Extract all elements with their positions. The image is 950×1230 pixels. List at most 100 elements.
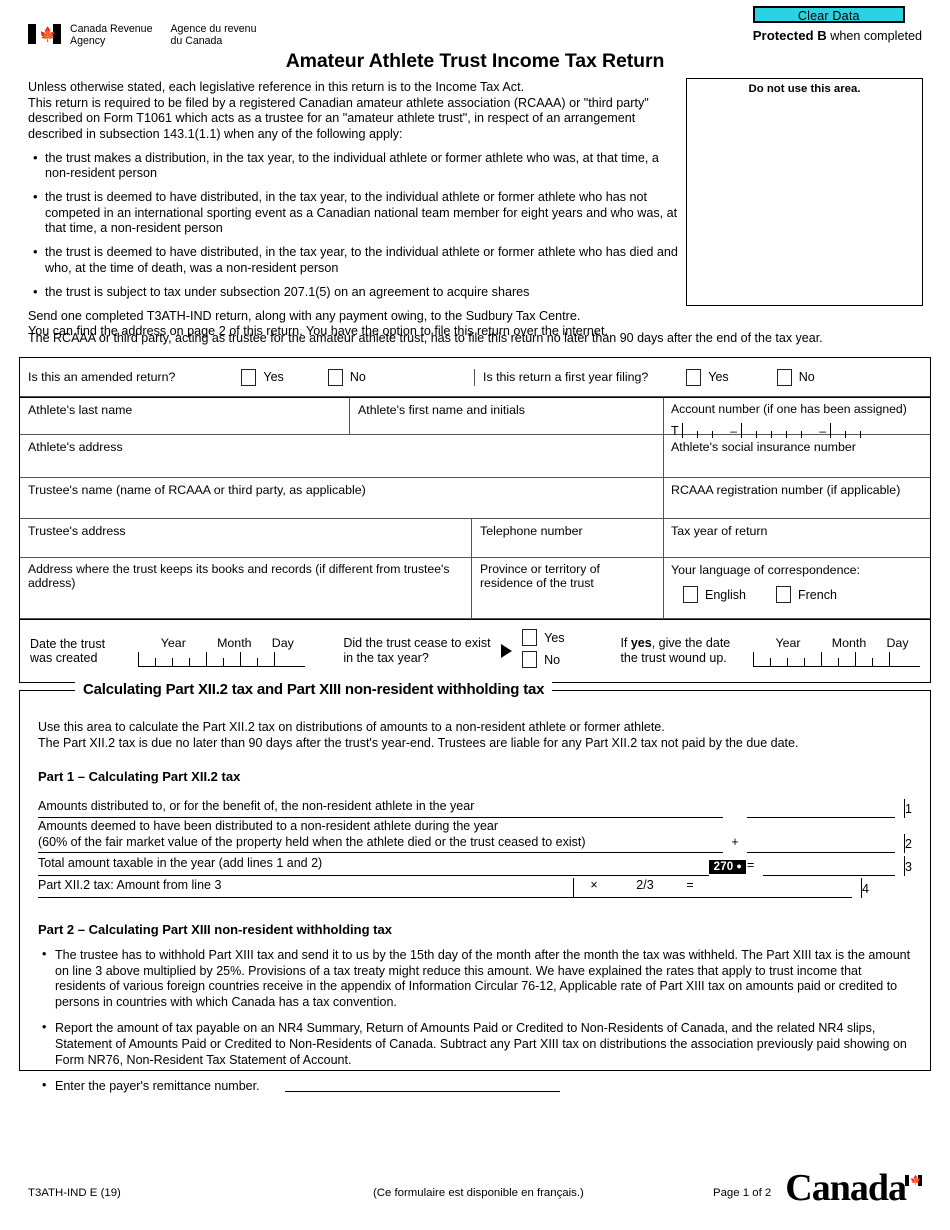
do-not-use-label: Do not use this area.: [748, 83, 861, 95]
account-number-field[interactable]: Account number (if one has been assigned…: [664, 398, 930, 438]
date-month-label: Month: [217, 635, 252, 650]
cra-name-fr: Agence du revenu du Canada: [170, 23, 256, 48]
pointer-triangle-icon: [501, 644, 513, 658]
remittance-text: Enter the payer's remittance number.: [55, 1079, 260, 1094]
athlete-sin-field[interactable]: Athlete's social insurance number: [664, 435, 930, 477]
calc-line-4-amount[interactable]: [704, 883, 852, 898]
wound-up-day-label: Day: [886, 635, 909, 650]
athlete-first-name-label: Athlete's first name and initials: [358, 403, 525, 417]
wound-up-instruction: If yes, give the date the trust wound up…: [620, 636, 743, 666]
date-created-cells[interactable]: [138, 651, 306, 667]
firstyear-no-checkbox[interactable]: [776, 368, 792, 386]
athlete-address-field[interactable]: Athlete's address: [20, 435, 664, 477]
athlete-sin-label: Athlete's social insurance number: [671, 440, 856, 454]
wound-up-date-cells[interactable]: [753, 651, 921, 667]
calc-line-4-multiply: ×: [573, 878, 614, 898]
remittance-item: Enter the payer's remittance number.: [38, 1078, 912, 1095]
language-english-group[interactable]: English: [683, 586, 746, 603]
date-created-comb[interactable]: Year Month Day: [138, 636, 306, 667]
athlete-last-name-field[interactable]: Athlete's last name: [20, 398, 350, 434]
amended-return-question: Is this an amended return?: [28, 370, 176, 384]
cra-name-fr-line2: du Canada: [170, 34, 223, 47]
do-not-use-area: Do not use this area.: [686, 78, 923, 306]
books-records-address-label: Address where the trust keeps its books …: [28, 562, 450, 590]
telephone-number-field[interactable]: Telephone number: [472, 519, 664, 557]
line-3-field-code-badge: 270 ●: [708, 860, 747, 874]
amended-yes-checkbox[interactable]: [241, 368, 257, 386]
calc-line-1: Amounts distributed to, or for the benef…: [38, 798, 912, 818]
amended-no-group[interactable]: No: [327, 368, 366, 386]
language-french-checkbox[interactable]: [776, 586, 791, 603]
cra-agency-names: Canada Revenue Agency Agence du revenu d…: [70, 23, 256, 48]
part2-heading: Part 2 – Calculating Part XIII non-resid…: [38, 921, 392, 937]
list-item: the trust makes a distribution, in the t…: [28, 150, 683, 182]
province-residence-field[interactable]: Province or territory of residence of th…: [472, 558, 664, 618]
language-english-checkbox[interactable]: [683, 586, 698, 603]
calc-line-1-text: Amounts distributed to, or for the benef…: [38, 799, 475, 813]
calc-line-4-number: 4: [862, 882, 869, 896]
cease-exist-question: Did the trust cease to exist in the tax …: [343, 636, 491, 665]
calc-line-1-number: 1: [905, 802, 912, 816]
intro-line-2: This return is required to be filed by a…: [28, 96, 649, 141]
trustee-name-label: Trustee's name (name of RCAAA or third p…: [28, 483, 366, 497]
rcaaa-registration-label: RCAAA registration number (if applicable…: [671, 483, 901, 497]
cease-yes-checkbox[interactable]: [522, 629, 538, 646]
date-year-label: Year: [160, 635, 186, 650]
clear-data-button[interactable]: Clear Data: [752, 6, 905, 23]
table-row: Address where the trust keeps its books …: [20, 558, 930, 619]
canada-flag-icon: 🍁: [28, 24, 61, 44]
cease-no-group[interactable]: No: [522, 651, 560, 668]
athlete-first-name-field[interactable]: Athlete's first name and initials: [350, 398, 664, 434]
trustee-address-field[interactable]: Trustee's address: [20, 519, 472, 557]
amended-no-checkbox[interactable]: [327, 368, 343, 386]
list-item: the trust is subject to tax under subsec…: [28, 284, 683, 300]
firstyear-yes-group[interactable]: Yes: [686, 368, 729, 386]
calc-line-2-text-a: Amounts deemed to have been distributed …: [38, 819, 499, 834]
table-row: Trustee's name (name of RCAAA or third p…: [20, 478, 930, 519]
table-row: Athlete's address Athlete's social insur…: [20, 435, 930, 478]
part1-heading: Part 1 – Calculating Part XII.2 tax: [38, 769, 241, 784]
calc-line-4: Part XII.2 tax: Amount from line 3 × 2/3…: [38, 876, 912, 898]
calc-line-1-amount[interactable]: [747, 803, 896, 818]
wound-up-line2: the trust wound up.: [620, 651, 727, 665]
amended-yes-label: Yes: [263, 370, 284, 384]
firstyear-yes-checkbox[interactable]: [686, 368, 702, 386]
firstyear-no-group[interactable]: No: [776, 368, 815, 386]
date-created-label: Date the trust was created: [30, 636, 106, 666]
part1-lines: Amounts distributed to, or for the benef…: [38, 798, 912, 898]
amended-yes-group[interactable]: Yes: [241, 368, 284, 386]
remittance-number-input[interactable]: [285, 1079, 561, 1093]
page-title: Amateur Athlete Trust Income Tax Return: [285, 50, 665, 72]
telephone-number-label: Telephone number: [480, 524, 583, 538]
date-day-label: Day: [271, 635, 294, 650]
trustee-name-field[interactable]: Trustee's name (name of RCAAA or third p…: [20, 478, 664, 518]
cease-yes-group[interactable]: Yes: [522, 629, 565, 646]
language-french-group[interactable]: French: [776, 586, 837, 603]
trustee-address-label: Trustee's address: [28, 524, 126, 538]
wound-up-year-label: Year: [775, 635, 801, 650]
send-instruction-line1: Send one completed T3ATH-IND return, alo…: [28, 309, 581, 324]
rcaaa-registration-field[interactable]: RCAAA registration number (if applicable…: [664, 478, 930, 518]
calc-intro-line1: Use this area to calculate the Part XII.…: [38, 720, 665, 734]
filing-deadline-note: The RCAAA or third party, acting as trus…: [28, 331, 823, 345]
part2-bullet-list: The trustee has to withhold Part XIII ta…: [38, 947, 912, 1095]
cra-name-en-line2: Agency: [70, 34, 106, 47]
calc-line-2-text-b: (60% of the fair market value of the pro…: [38, 834, 586, 849]
calc-line-2-amount[interactable]: [747, 838, 896, 853]
trust-dates-row: Date the trust was created Year Month Da…: [20, 619, 930, 682]
table-row: Athlete's last name Athlete's first name…: [20, 397, 930, 438]
date-created-headers: Year Month Day: [138, 636, 305, 650]
language-french-label: French: [798, 587, 837, 602]
books-records-address-field[interactable]: Address where the trust keeps its books …: [20, 558, 472, 618]
identification-table: Is this an amended return? Yes No Is thi…: [19, 357, 931, 683]
tax-year-label: Tax year of return: [671, 524, 768, 538]
calc-line-4-factor: 2/3: [614, 878, 676, 898]
wound-up-date-comb[interactable]: Year Month Day: [753, 635, 921, 667]
first-year-question: Is this return a first year filing?: [483, 370, 649, 384]
cra-name-en: Canada Revenue Agency: [70, 23, 152, 48]
cease-no-checkbox[interactable]: [522, 651, 538, 668]
protected-b-label: Protected B when completed: [753, 28, 922, 43]
calc-line-3-amount[interactable]: [763, 861, 896, 876]
calc-line-2-operator: +: [731, 835, 739, 849]
tax-year-field[interactable]: Tax year of return: [664, 519, 930, 557]
